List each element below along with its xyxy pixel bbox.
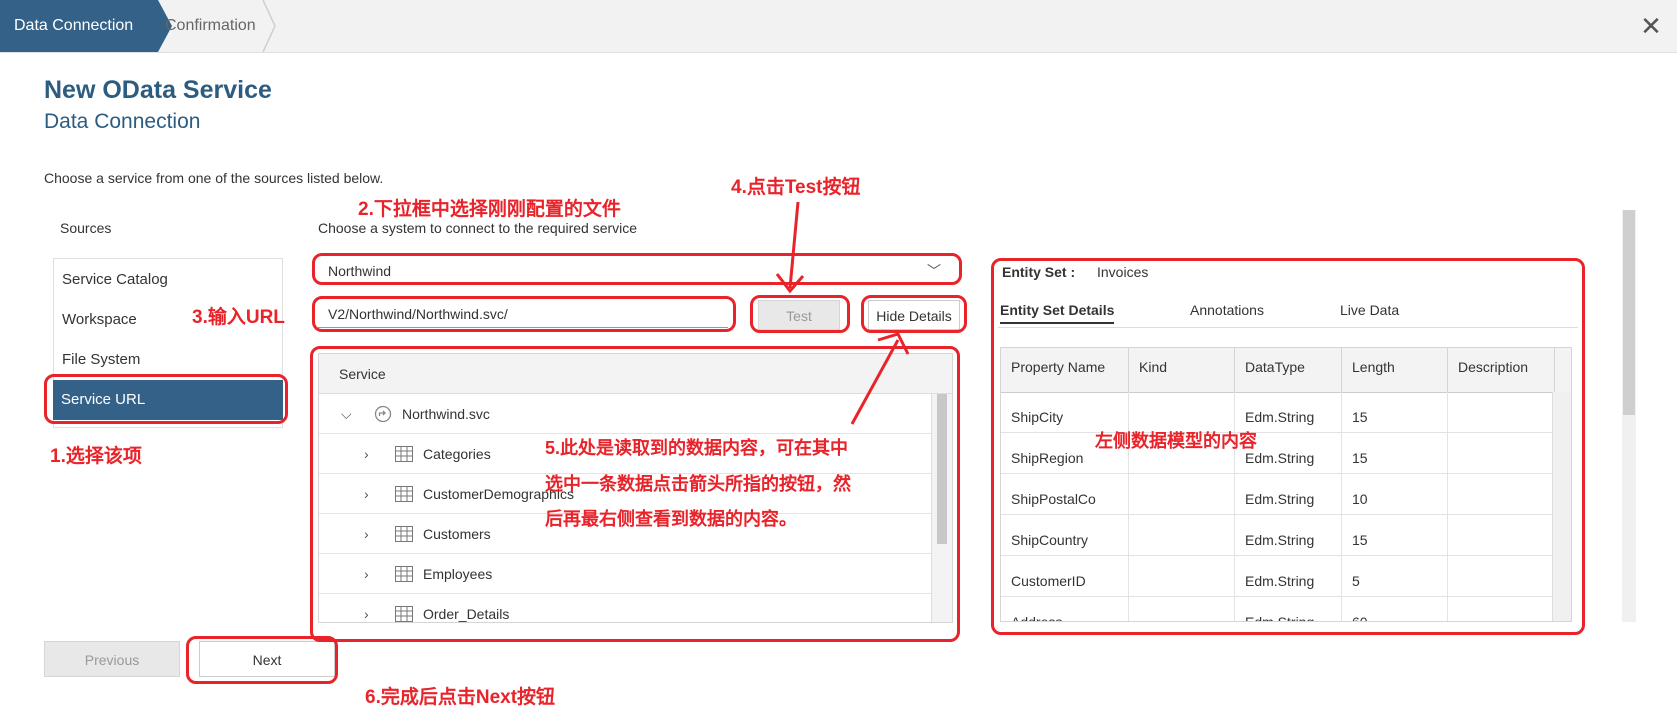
annotation-step4: 4.点击Test按钮 bbox=[731, 177, 861, 198]
annotation-step5-line2: 选中一条数据点击箭头所指的按钮，然 bbox=[545, 474, 851, 494]
annotation-step1: 1.选择该项 bbox=[50, 446, 142, 467]
annotation-step5-line3: 后再最右侧查看到数据的内容。 bbox=[545, 509, 797, 529]
annotation-step3: 3.输入URL bbox=[192, 307, 285, 328]
annotation-arrows bbox=[775, 201, 910, 425]
annotation-right-note: 左侧数据模型的内容 bbox=[1095, 431, 1257, 451]
annotation-step5-line1: 5.此处是读取到的数据内容，可在其中 bbox=[545, 438, 849, 458]
annotation-step2: 2.下拉框中选择刚刚配置的文件 bbox=[358, 199, 621, 220]
annotation-step6: 6.完成后点击Next按钮 bbox=[365, 687, 556, 708]
